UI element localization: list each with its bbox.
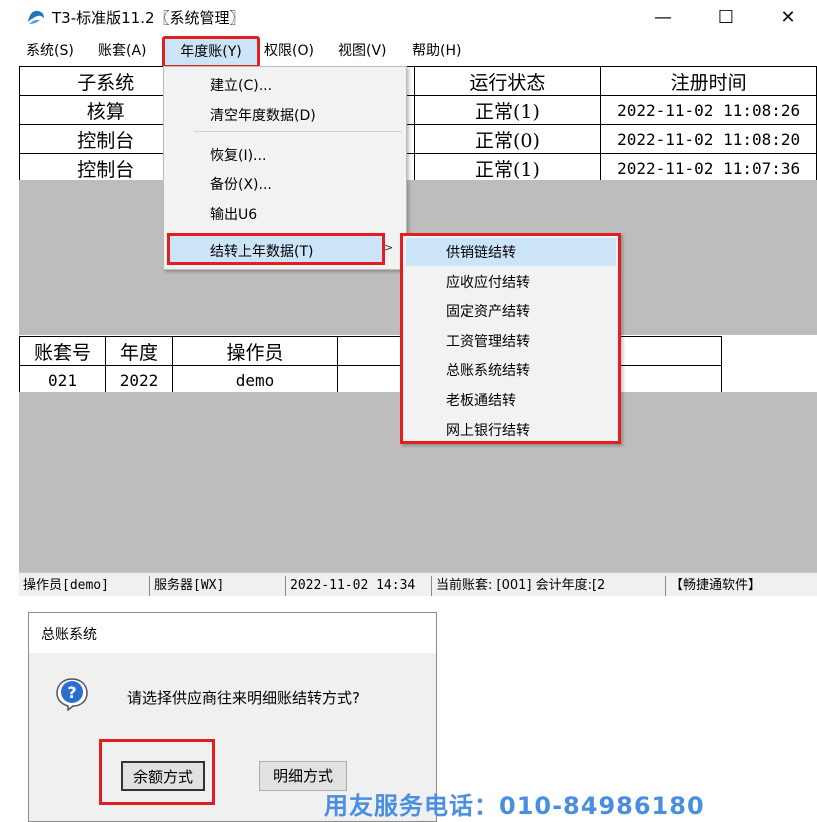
year-account-dropdown: 建立(C)... 清空年度数据(D) 恢复(I)... 备份(X)... 输出U… (163, 66, 407, 270)
menu-permission[interactable]: 权限(O) (262, 40, 316, 62)
column-header-operator: 操作员 (172, 336, 338, 366)
cell-time: 2022-11-02 11:07:36 (600, 153, 817, 183)
submenu-item-boss-pass[interactable]: 老板通结转 (446, 390, 516, 410)
window-title: T3-标准版11.2〖系统管理〗 (52, 9, 245, 27)
menu-account-set[interactable]: 账套(A) (96, 40, 149, 62)
close-button[interactable]: ✕ (765, 2, 811, 32)
dialog-title: 总账系统 (41, 627, 97, 643)
cell-year: 2022 (105, 365, 173, 395)
menu-item-create[interactable]: 建立(C)... (210, 75, 272, 95)
table-row[interactable]: 核算 正常(1) 2022-11-02 11:08:26 (18, 95, 817, 125)
status-server: 服务器[WX] (149, 576, 224, 596)
minimize-button[interactable]: — (640, 2, 686, 32)
menu-year-account[interactable]: 年度账(Y) (162, 36, 260, 68)
status-current-account: 当前账套: [001] 会计年度:[2 (431, 576, 665, 596)
submenu-item-online-banking[interactable]: 网上银行结转 (446, 420, 530, 440)
cell-account-no: 021 (19, 365, 106, 395)
status-bar: 操作员[demo] 服务器[WX] 2022-11-02 14:34 当前账套:… (19, 572, 817, 596)
support-phone-watermark: 用友服务电话：010-84986180 (324, 792, 705, 820)
column-header-time: 注册时间 (600, 66, 817, 96)
table-header-row: 子系统 运行状态 注册时间 (18, 66, 817, 96)
submenu-item-fixed-assets[interactable]: 固定资产结转 (446, 301, 530, 321)
menu-item-restore[interactable]: 恢复(I)... (210, 145, 266, 165)
balance-method-button[interactable]: 余额方式 (121, 761, 205, 791)
menu-view[interactable]: 视图(V) (336, 40, 389, 62)
cell-status: 正常(1) (413, 153, 602, 183)
table-row[interactable]: 控制台 正常(0) 2022-11-02 11:08:20 (18, 124, 817, 154)
question-icon: ? (56, 678, 88, 711)
app-logo-icon (28, 10, 44, 24)
column-header-year: 年度 (105, 336, 173, 366)
maximize-button[interactable]: ☐ (703, 2, 749, 32)
subsystem-table: 子系统 运行状态 注册时间 核算 正常(1) 2022-11-02 11:08:… (18, 66, 817, 183)
menu-item-carry-forward[interactable]: 结转上年数据(T) (210, 241, 313, 261)
submenu-item-receivable-payable[interactable]: 应收应付结转 (446, 272, 530, 292)
status-brand: 【畅捷通软件】 (665, 576, 761, 596)
submenu-item-general-ledger[interactable]: 总账系统结转 (446, 360, 530, 380)
svg-text:?: ? (67, 683, 76, 702)
carry-forward-submenu: 供销链结转 应收应付结转 固定资产结转 工资管理结转 总账系统结转 老板通结转 … (400, 233, 621, 444)
cell-status: 正常(1) (413, 95, 602, 125)
column-header-status: 运行状态 (413, 66, 602, 96)
dialog-message: 请选择供应商往来明细账结转方式? (127, 689, 360, 707)
column-header-account-no: 账套号 (19, 336, 106, 366)
menu-separator (194, 131, 402, 132)
status-operator: 操作员[demo] (23, 578, 109, 593)
menu-system[interactable]: 系统(S) (24, 40, 76, 62)
status-datetime: 2022-11-02 14:34 (285, 576, 415, 596)
cell-operator: demo (172, 365, 338, 395)
chevron-right-icon: > (384, 241, 394, 254)
menu-help[interactable]: 帮助(H) (410, 40, 463, 62)
submenu-item-payroll[interactable]: 工资管理结转 (446, 331, 530, 351)
menu-item-export-u6[interactable]: 输出U6 (210, 204, 257, 224)
menu-item-clear-year-data[interactable]: 清空年度数据(D) (210, 105, 316, 125)
cell-time: 2022-11-02 11:08:20 (600, 124, 817, 154)
cell-time: 2022-11-02 11:08:26 (600, 95, 817, 125)
table-row[interactable]: 控制台 正常(1) 2022-11-02 11:07:36 (18, 153, 817, 183)
menu-item-backup[interactable]: 备份(X)... (210, 174, 272, 194)
submenu-item-supply-chain[interactable]: 供销链结转 (446, 242, 516, 262)
cell-status: 正常(0) (413, 124, 602, 154)
